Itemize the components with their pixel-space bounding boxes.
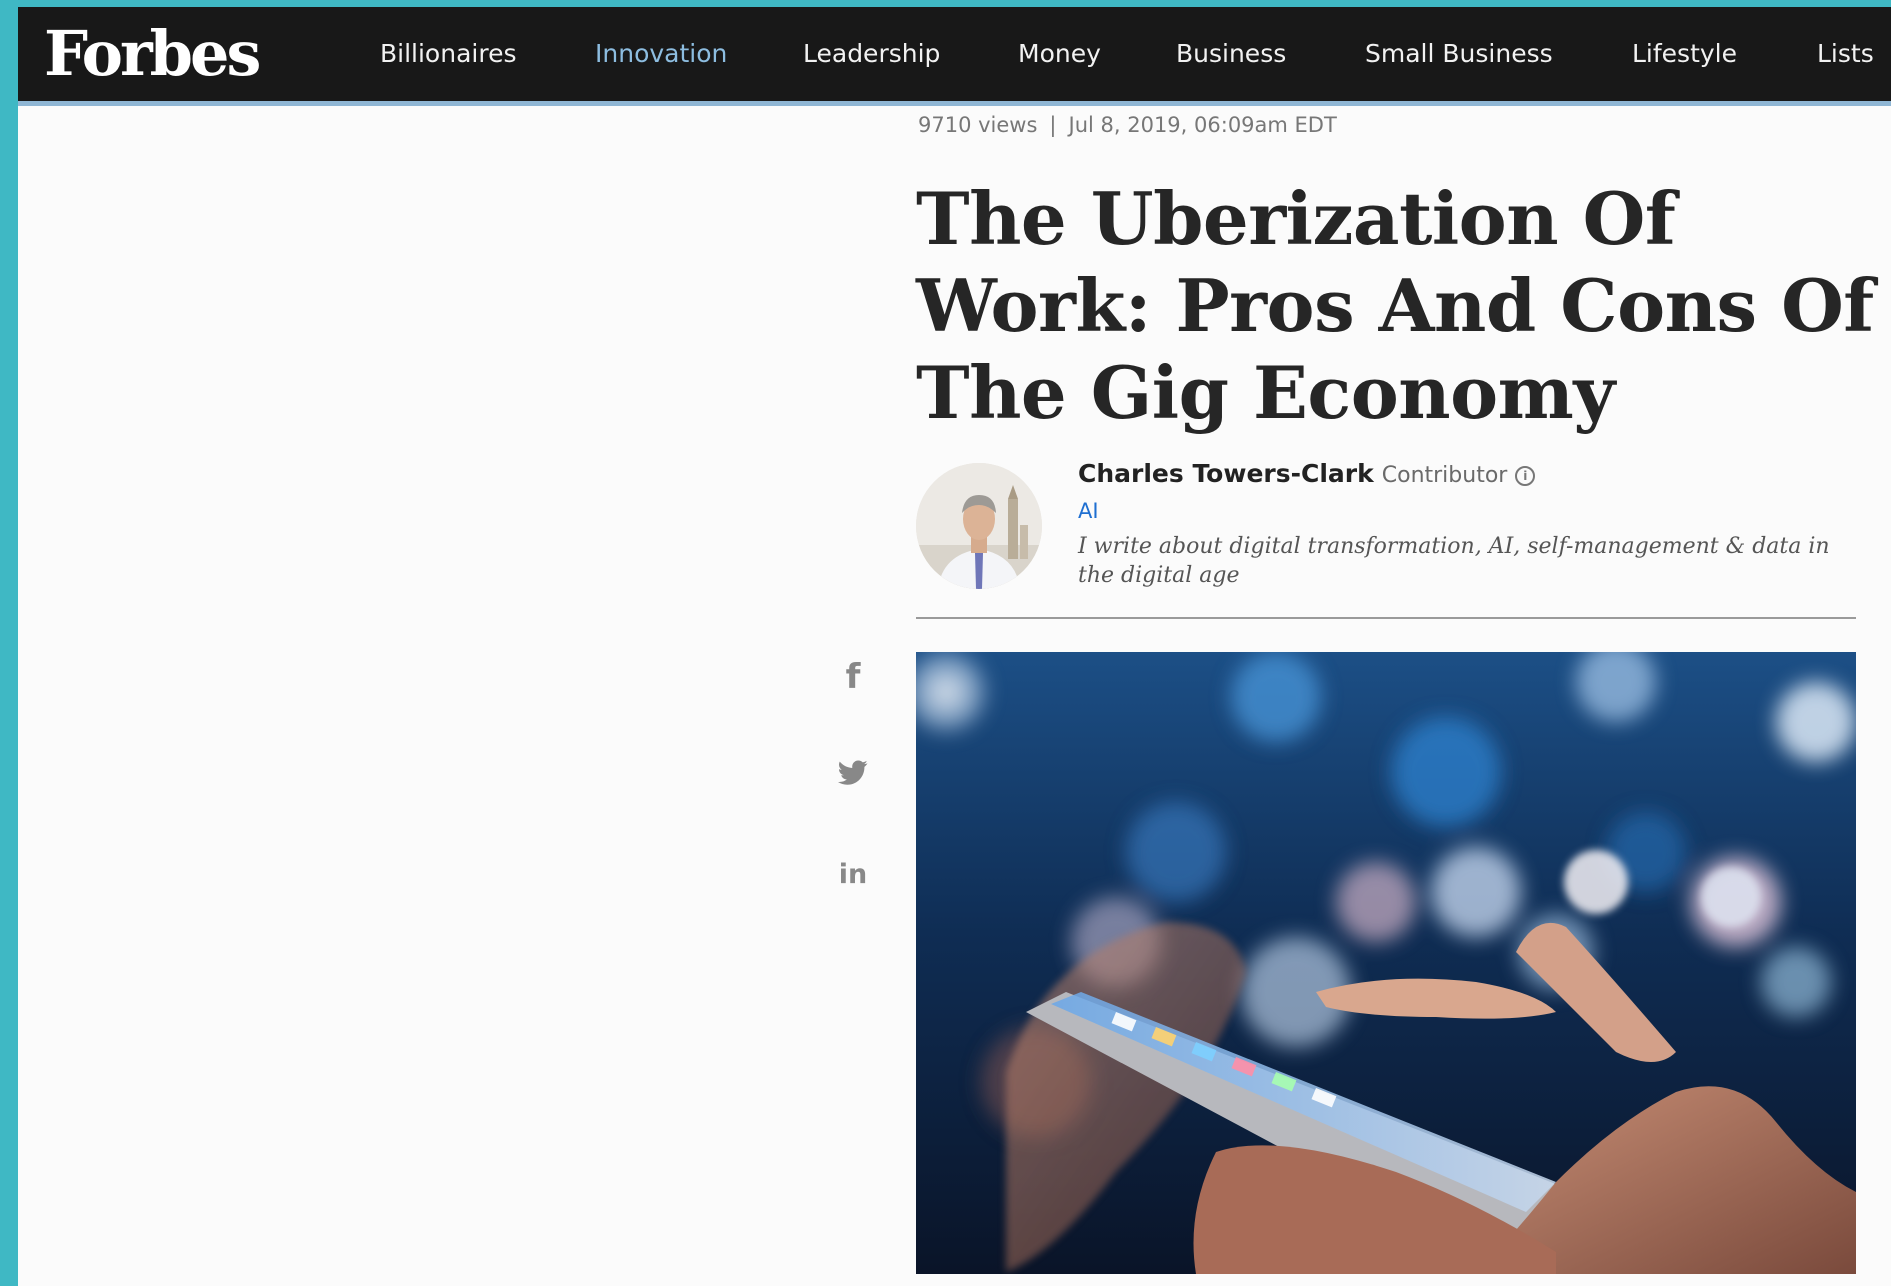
smartphone-photo: [916, 652, 1856, 1274]
meta-separator: |: [1049, 113, 1057, 137]
article-headline: The Uberization Of Work: Pros And Cons O…: [916, 176, 1874, 435]
browser-page: Forbes Billionaires Innovation Leadershi…: [18, 7, 1891, 1286]
nav-item-billionaires[interactable]: Billionaires: [380, 7, 516, 101]
facebook-icon[interactable]: f: [833, 657, 873, 697]
linkedin-icon[interactable]: in: [833, 859, 873, 890]
byline-divider: [916, 617, 1856, 619]
article-meta: 9710 views | Jul 8, 2019, 06:09am EDT: [918, 113, 1337, 137]
nav-item-leadership[interactable]: Leadership: [803, 7, 940, 101]
nav-item-small-business[interactable]: Small Business: [1365, 7, 1553, 101]
top-navigation-bar: Forbes Billionaires Innovation Leadershi…: [18, 7, 1891, 106]
forbes-logo[interactable]: Forbes: [44, 11, 261, 97]
nav-item-lifestyle[interactable]: Lifestyle: [1632, 7, 1737, 101]
nav-item-innovation[interactable]: Innovation: [595, 7, 727, 101]
author-role: Contributor: [1381, 463, 1508, 488]
nav-item-lists[interactable]: Lists: [1817, 7, 1874, 101]
author-byline: Charles Towers-Clark Contributor i: [1078, 459, 1536, 488]
author-avatar[interactable]: [916, 463, 1042, 589]
nav-item-money[interactable]: Money: [1018, 7, 1101, 101]
view-count: 9710 views: [918, 113, 1038, 137]
author-name[interactable]: Charles Towers-Clark: [1078, 459, 1374, 488]
nav-item-business[interactable]: Business: [1176, 7, 1286, 101]
publish-date: Jul 8, 2019, 06:09am EDT: [1068, 113, 1337, 137]
info-icon[interactable]: i: [1515, 466, 1536, 486]
twitter-bird-glyph: [838, 760, 868, 785]
author-channel-link[interactable]: AI: [1078, 499, 1099, 523]
twitter-icon[interactable]: [833, 760, 873, 791]
article-hero-image: [916, 652, 1856, 1274]
author-portrait-image: [916, 463, 1042, 589]
author-bio: I write about digital transformation, AI…: [1078, 534, 1830, 588]
